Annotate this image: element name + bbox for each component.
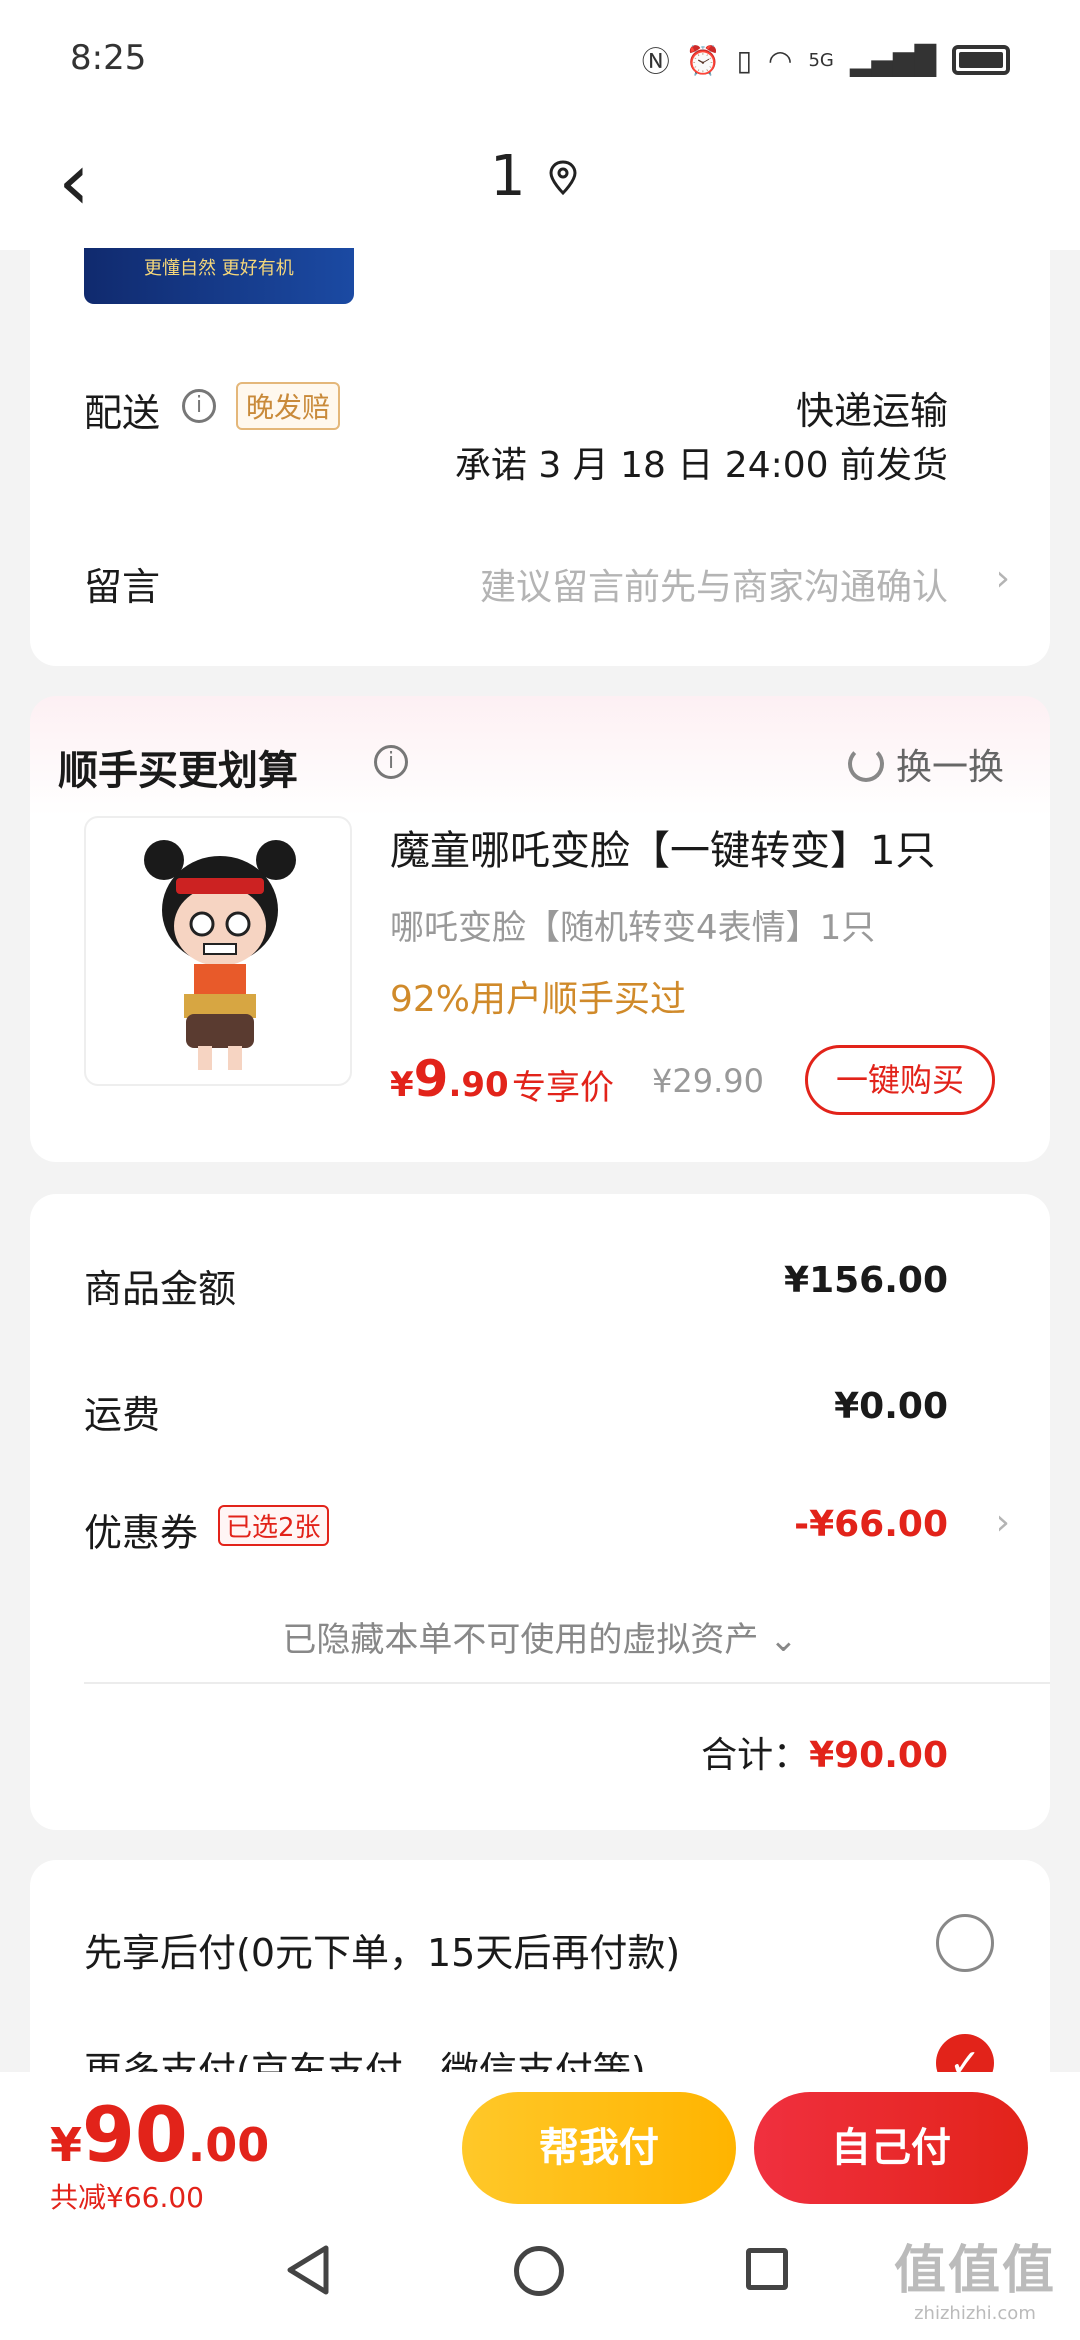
addon-product-variant: 哪吒变脸【随机转变4表情】1只 <box>390 908 876 948</box>
price-integer: 9 <box>413 1050 449 1108</box>
total-currency: ¥ <box>50 2118 83 2172</box>
shipping-label: 运费 <box>84 1393 161 1437</box>
info-icon[interactable]: i <box>182 389 216 423</box>
saved-amount: 共减¥66.00 <box>50 2181 204 2214</box>
nav-bar: ‹ 1 <box>0 120 1080 250</box>
goods-amount-value: ¥156.00 <box>784 1260 948 1301</box>
info-icon[interactable]: i <box>374 745 408 779</box>
delivery-method[interactable]: 快递运输 <box>796 380 948 435</box>
wifi-icon: ◠ <box>768 43 793 77</box>
message-label: 留言 <box>84 565 161 609</box>
total-value: ¥90.00 <box>809 1735 948 1776</box>
chevron-down-icon: ⌄ <box>769 1620 798 1660</box>
vibrate-icon: ▯ <box>736 43 753 77</box>
hidden-assets-note[interactable]: 已隐藏本单不可使用的虚拟资产 ⌄ <box>0 1612 1080 1661</box>
price-decimal: .90 <box>448 1065 509 1105</box>
addon-price: ¥9.90 <box>390 1050 509 1108</box>
coupon-selected-tag: 已选2张 <box>218 1505 329 1546</box>
delivery-label: 配送 <box>84 391 161 435</box>
delivery-promise: 承诺 3 月 18 日 24:00 前发货 <box>454 445 948 486</box>
watermark-logo: 值值值 <box>893 2241 1056 2301</box>
addon-product-name[interactable]: 魔童哪吒变脸【一键转变】1只 <box>390 818 935 876</box>
checkout-bar: ¥90.00 共减¥66.00 帮我付 自己付 <box>0 2072 1080 2220</box>
network-label: 5G <box>808 49 834 71</box>
coupon-value[interactable]: -¥66.00 <box>794 1504 948 1545</box>
total-integer: 90 <box>82 2090 188 2179</box>
status-time: 8:25 <box>70 38 147 78</box>
shipping-value: ¥0.00 <box>834 1386 948 1427</box>
pay-later-option[interactable]: 先享后付(0元下单，15天后再付款) <box>84 1922 680 1977</box>
battery-icon <box>952 45 1010 75</box>
divider <box>84 1682 1050 1684</box>
goods-amount-label: 商品金额 <box>84 1267 237 1311</box>
original-price: ¥29.90 <box>652 1062 764 1100</box>
price-currency: ¥ <box>390 1065 414 1105</box>
coupon-label[interactable]: 优惠券 <box>84 1502 198 1557</box>
status-bar: 8:25 Ⓝ ⏰ ▯ ◠ 5G ▂▄▆█ <box>0 0 1080 120</box>
refresh-icon <box>847 746 884 782</box>
total-row: 合计：¥90.00 <box>701 1726 948 1778</box>
pay-myself-button[interactable]: 自己付 <box>754 2092 1028 2204</box>
hidden-assets-label: 已隐藏本单不可使用的虚拟资产 <box>282 1620 759 1660</box>
alarm-icon: ⏰ <box>685 43 721 77</box>
product-image[interactable] <box>84 816 352 1086</box>
nfc-icon: Ⓝ <box>641 45 670 78</box>
nezha-figure-image <box>144 840 296 1070</box>
system-nav-bar: 值值值 zhizhizhi.com <box>0 2220 1080 2340</box>
watermark: 值值值 zhizhizhi.com <box>894 2228 1056 2324</box>
signal-icon: ▂▄▆█ <box>849 43 936 77</box>
refresh-label: 换一换 <box>895 747 1004 788</box>
location-pin-icon <box>549 160 577 196</box>
product-banner-image: 更懂自然 更好有机 <box>84 248 354 304</box>
checkout-total: ¥90.00 <box>50 2090 269 2179</box>
system-back-icon[interactable] <box>282 2242 334 2298</box>
total-decimal: .00 <box>187 2118 270 2172</box>
back-icon[interactable]: ‹ <box>58 142 90 222</box>
pay-later-radio[interactable] <box>936 1914 994 1972</box>
total-label: 合计： <box>701 1735 810 1776</box>
system-recents-icon[interactable] <box>746 2248 788 2290</box>
exclusive-price-tag: 专享价 <box>512 1068 614 1108</box>
refresh-button[interactable]: 换一换 <box>847 738 1004 790</box>
addon-title: 顺手买更划算 <box>58 748 298 794</box>
chevron-right-icon: › <box>995 558 1010 599</box>
addon-popularity: 92%用户顺手买过 <box>390 979 687 1020</box>
late-compensation-tag: 晚发赔 <box>236 382 341 430</box>
watermark-site: zhizhizhi.com <box>914 2303 1036 2324</box>
one-click-buy-button[interactable]: 一键购买 <box>805 1045 995 1115</box>
system-home-icon[interactable] <box>514 2246 564 2296</box>
status-icons: Ⓝ ⏰ ▯ ◠ 5G ▂▄▆█ <box>642 40 1010 80</box>
chevron-right-icon: › <box>995 1502 1010 1543</box>
nav-title: 1 <box>490 144 526 209</box>
message-input[interactable]: 建议留言前先与商家沟通确认 <box>480 558 948 610</box>
help-me-pay-button[interactable]: 帮我付 <box>462 2092 736 2204</box>
